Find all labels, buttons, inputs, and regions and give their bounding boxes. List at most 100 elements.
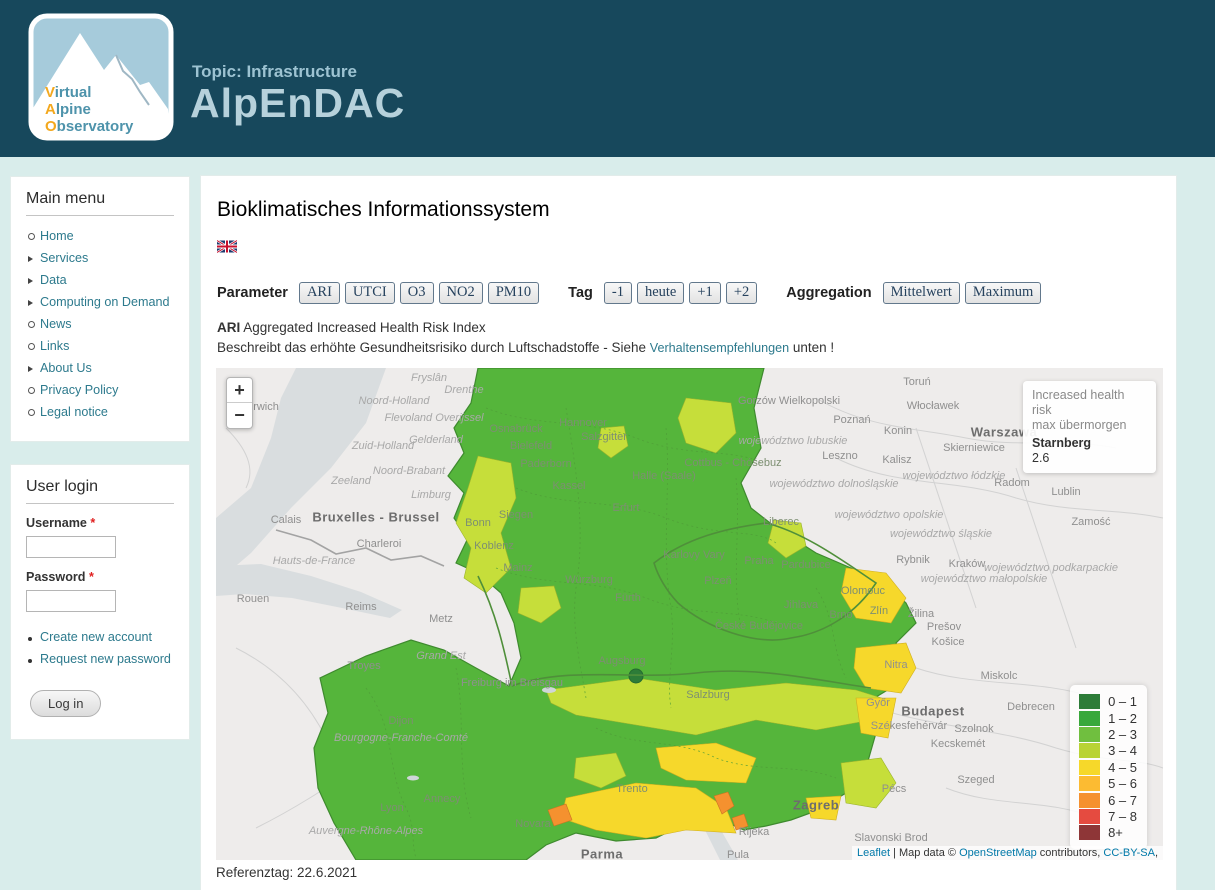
vao-logo[interactable]: Virtual Alpine Observatory (28, 13, 174, 146)
sidebar: Main menu Home Services Data Computing on D… (10, 176, 190, 762)
bullet-icon (28, 403, 40, 421)
legend-row: 8+ (1079, 825, 1137, 841)
uk-flag-icon[interactable] (217, 240, 237, 258)
username-label: Username * (26, 516, 95, 530)
map-zoom-control: + − (226, 377, 253, 429)
menu-link-services[interactable]: Services (40, 251, 88, 265)
sidebar-item-about-us[interactable]: About Us (26, 357, 174, 379)
parameter-button-utci[interactable]: UTCI (345, 282, 395, 304)
description-text: Beschreibt das erhöhte Gesundheitsrisiko… (217, 340, 650, 355)
menu-link-about-us[interactable]: About Us (40, 361, 92, 375)
legend-swatch (1079, 809, 1100, 824)
controls-row: ParameterARIUTCIO3NO2PM10Tag-1heute+1+2A… (217, 282, 1161, 304)
bullet-icon (28, 227, 40, 245)
parameter-button-no2[interactable]: NO2 (439, 282, 483, 304)
login-link-item[interactable]: Create new account (28, 626, 174, 648)
sidebar-item-news[interactable]: News (26, 313, 174, 335)
leaflet-link[interactable]: Leaflet (857, 847, 890, 859)
tag-button--1[interactable]: -1 (604, 282, 632, 304)
sidebar-item-privacy-policy[interactable]: Privacy Policy (26, 379, 174, 401)
request-new-password-link[interactable]: Request new password (40, 652, 171, 666)
legend-row: 5 – 6 (1079, 775, 1137, 791)
required-marker: * (90, 516, 95, 530)
create-new-account-link[interactable]: Create new account (40, 630, 152, 644)
parameter-button-ari[interactable]: ARI (299, 282, 340, 304)
main-menu-title: Main menu (26, 190, 174, 216)
parameter-button-pm10[interactable]: PM10 (488, 282, 539, 304)
sidebar-item-links[interactable]: Links (26, 335, 174, 357)
user-login-box: User login Username * Password * Create … (10, 464, 190, 740)
parameter-description: ARI Aggregated Increased Health Risk Ind… (217, 318, 1161, 358)
sidebar-item-services[interactable]: Services (26, 247, 174, 269)
tag-button-heute[interactable]: heute (637, 282, 684, 304)
legend-label: 5 – 6 (1108, 776, 1137, 791)
menu-link-data[interactable]: Data (40, 273, 67, 287)
aggregation-button-maximum[interactable]: Maximum (965, 282, 1041, 304)
license-link[interactable]: CC-BY-SA (1103, 847, 1155, 859)
legend-swatch (1079, 776, 1100, 791)
menu-link-privacy-policy[interactable]: Privacy Policy (40, 383, 118, 397)
legend-row: 1 – 2 (1079, 710, 1137, 726)
legend-swatch (1079, 793, 1100, 808)
legend-label: 0 – 1 (1108, 694, 1137, 709)
svg-text:Observatory: Observatory (45, 118, 134, 135)
openstreetmap-link[interactable]: OpenStreetMap (959, 847, 1037, 859)
zoom-out-button[interactable]: − (227, 403, 252, 428)
expand-arrow-icon (28, 293, 40, 311)
bullet-icon (28, 628, 40, 646)
tag-button--2[interactable]: +2 (726, 282, 757, 304)
legend-label: 1 – 2 (1108, 711, 1137, 726)
legend-swatch (1079, 825, 1100, 840)
site-header: Virtual Alpine Observatory Topic: Infras… (0, 0, 1215, 157)
parameter-code: ARI (217, 320, 240, 335)
password-field[interactable] (26, 590, 116, 612)
bullet-icon (28, 650, 40, 668)
map-attribution: Leaflet | Map data © OpenStreetMap contr… (852, 846, 1163, 860)
legend-swatch (1079, 694, 1100, 709)
menu-link-home[interactable]: Home (40, 229, 74, 243)
sidebar-item-home[interactable]: Home (26, 225, 174, 247)
sidebar-item-legal-notice[interactable]: Legal notice (26, 401, 174, 423)
map-tooltip: Increased health risk max übermorgen Sta… (1023, 381, 1156, 473)
app-title: AlpEnDAC (190, 80, 405, 127)
legend-label: 6 – 7 (1108, 793, 1137, 808)
login-button[interactable]: Log in (30, 690, 101, 717)
bullet-icon (28, 315, 40, 333)
legend-swatch (1079, 727, 1100, 742)
username-field[interactable] (26, 536, 116, 558)
expand-arrow-icon (28, 249, 40, 267)
map-legend: 0 – 11 – 22 – 33 – 44 – 55 – 66 – 77 – 8… (1070, 685, 1147, 849)
main-content: Bioklimatisches Informationssystem Param… (200, 175, 1177, 890)
tag-button-group: -1heute+1 +2 (604, 282, 762, 304)
menu-link-legal-notice[interactable]: Legal notice (40, 405, 108, 419)
page-title: Bioklimatisches Informationssystem (217, 198, 1161, 222)
svg-text:Virtual: Virtual (45, 84, 91, 101)
recommendations-link[interactable]: Verhaltensempfehlungen (650, 341, 789, 355)
user-login-title: User login (26, 478, 174, 504)
menu-link-news[interactable]: News (40, 317, 72, 331)
leaflet-map[interactable]: NorwichBruxelles - BrusselCharleroiCalai… (216, 368, 1163, 860)
login-link-item[interactable]: Request new password (28, 648, 174, 670)
aggregation-button-mittelwert[interactable]: Mittelwert (883, 282, 960, 304)
parameter-button-o3[interactable]: O3 (400, 282, 434, 304)
aggregation-button-group: MittelwertMaximum (883, 282, 1047, 304)
tag-label: Tag (568, 285, 593, 301)
sidebar-item-data[interactable]: Data (26, 269, 174, 291)
login-links-list: Create new account Request new password (28, 626, 174, 670)
menu-link-computing-on-demand[interactable]: Computing on Demand (40, 295, 170, 309)
parameter-name: Aggregated Increased Health Risk Index (240, 320, 485, 335)
tooltip-station: Starnberg (1032, 436, 1147, 451)
zoom-in-button[interactable]: + (227, 378, 252, 403)
legend-label: 7 – 8 (1108, 809, 1137, 824)
legend-label: 2 – 3 (1108, 727, 1137, 742)
password-label: Password * (26, 570, 94, 584)
svg-text:Alpine: Alpine (45, 101, 91, 118)
legend-swatch (1079, 760, 1100, 775)
bullet-icon (28, 381, 40, 399)
sidebar-item-computing-on-demand[interactable]: Computing on Demand (26, 291, 174, 313)
menu-link-links[interactable]: Links (40, 339, 69, 353)
aggregation-label: Aggregation (786, 285, 871, 301)
expand-arrow-icon (28, 271, 40, 289)
tag-button--1[interactable]: +1 (689, 282, 720, 304)
legend-row: 4 – 5 (1079, 759, 1137, 775)
